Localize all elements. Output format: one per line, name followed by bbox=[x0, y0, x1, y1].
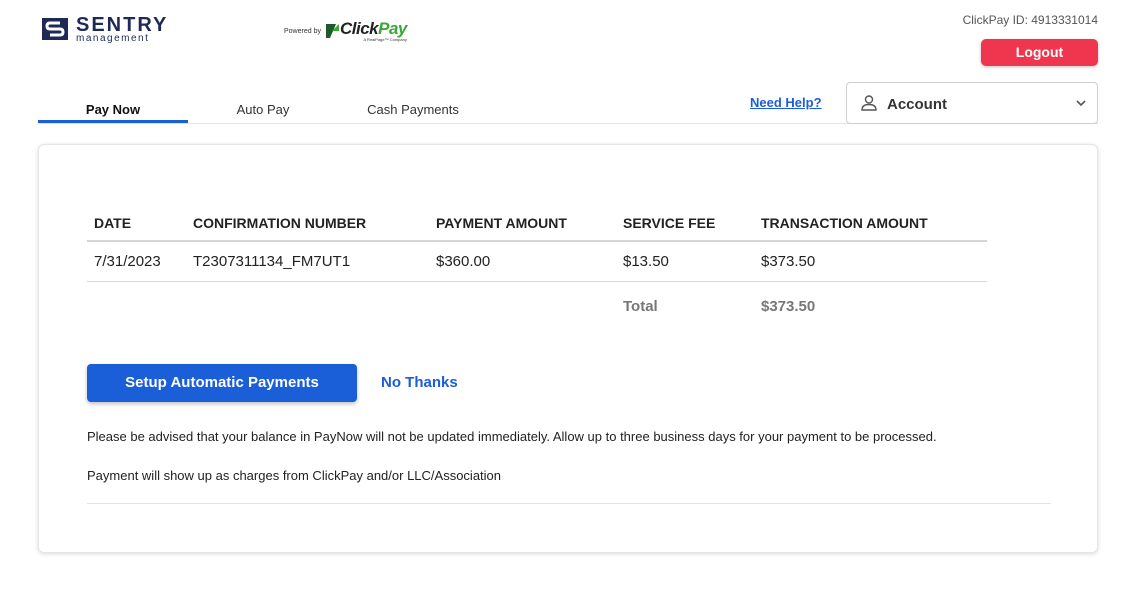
powered-by-text: Powered by bbox=[284, 27, 321, 35]
chevron-down-icon bbox=[1076, 100, 1086, 107]
column-header-confirmation-number: CONFIRMATION NUMBER bbox=[193, 215, 367, 231]
clickpay-name: ClickPay bbox=[339, 19, 407, 38]
clickpay-id: ClickPay ID: 4913331014 bbox=[962, 13, 1098, 27]
account-label: Account bbox=[887, 96, 947, 113]
no-thanks-link[interactable]: No Thanks bbox=[381, 374, 458, 391]
table-header-row: DATE CONFIRMATION NUMBER PAYMENT AMOUNT … bbox=[87, 211, 987, 242]
table-total-row: Total $373.50 bbox=[87, 282, 987, 326]
payment-table: DATE CONFIRMATION NUMBER PAYMENT AMOUNT … bbox=[87, 211, 987, 326]
clickpay-mark-icon bbox=[325, 24, 339, 38]
clickpay-logo: Powered by ClickPay A RealPage™ Company bbox=[284, 20, 407, 42]
column-header-date: DATE bbox=[94, 215, 132, 231]
tab-cash-payments[interactable]: Cash Payments bbox=[338, 102, 488, 124]
tab-pay-now[interactable]: Pay Now bbox=[38, 102, 188, 123]
user-icon bbox=[861, 95, 877, 111]
setup-automatic-payments-button[interactable]: Setup Automatic Payments bbox=[87, 364, 357, 402]
confirmation-card: DATE CONFIRMATION NUMBER PAYMENT AMOUNT … bbox=[38, 144, 1098, 553]
page-header: SENTRY management Powered by ClickPay A … bbox=[0, 0, 1136, 80]
total-value: $373.50 bbox=[761, 298, 816, 315]
cell-payment-amount: $360.00 bbox=[436, 253, 491, 270]
logout-button[interactable]: Logout bbox=[981, 39, 1098, 66]
need-help-link[interactable]: Need Help? bbox=[750, 95, 822, 110]
tab-auto-pay[interactable]: Auto Pay bbox=[188, 102, 338, 124]
sentry-name: SENTRY bbox=[76, 13, 169, 36]
charges-notice: Payment will show up as charges from Cli… bbox=[87, 468, 502, 483]
cell-confirmation-number: T2307311134_FM7UT1 bbox=[193, 253, 351, 270]
table-row: 7/31/2023 T2307311134_FM7UT1 $360.00 $13… bbox=[87, 242, 987, 282]
column-header-payment-amount: PAYMENT AMOUNT bbox=[436, 215, 567, 231]
cell-transaction-amount: $373.50 bbox=[761, 253, 816, 270]
total-label: Total bbox=[623, 298, 658, 315]
column-header-service-fee: SERVICE FEE bbox=[623, 215, 716, 231]
sentry-s-icon bbox=[42, 18, 68, 40]
clickpay-subtitle: A RealPage™ Company bbox=[363, 37, 407, 42]
balance-notice: Please be advised that your balance in P… bbox=[87, 429, 937, 444]
account-dropdown[interactable]: Account bbox=[846, 82, 1098, 124]
cell-date: 7/31/2023 bbox=[94, 253, 161, 270]
cell-service-fee: $13.50 bbox=[623, 253, 669, 270]
divider bbox=[87, 503, 1051, 504]
column-header-transaction-amount: TRANSACTION AMOUNT bbox=[761, 215, 928, 231]
sentry-logo: SENTRY management bbox=[38, 14, 168, 44]
